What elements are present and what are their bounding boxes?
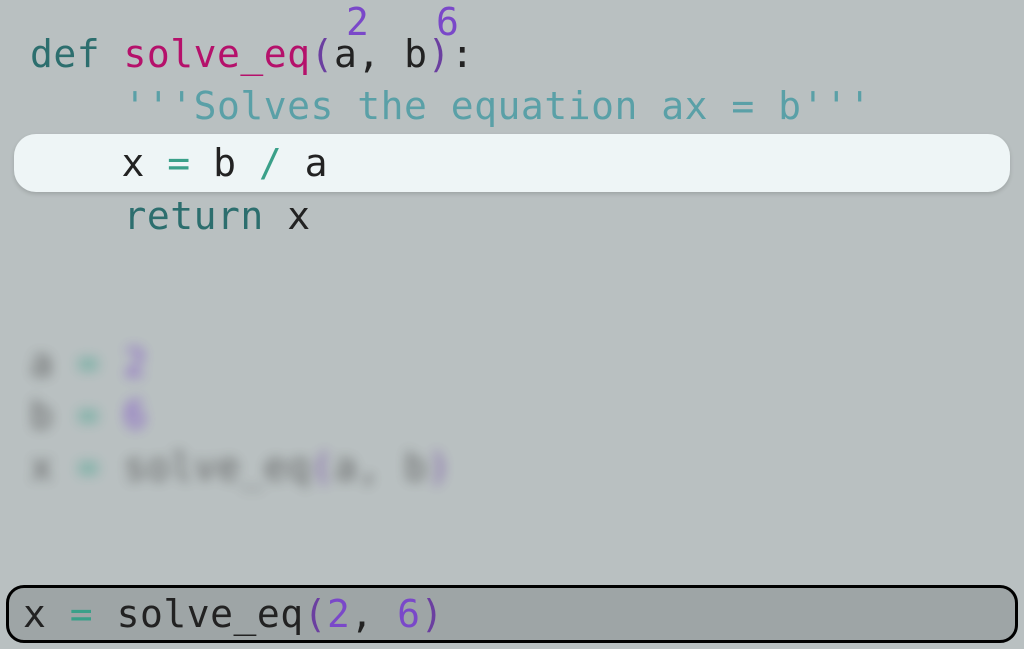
paren-open: (	[311, 32, 334, 76]
arg-b: b	[404, 445, 427, 489]
code-line-assign-a: a = 2	[0, 337, 1024, 389]
op-eq: =	[77, 341, 100, 385]
arg-2: 2	[327, 592, 350, 636]
op-div: /	[259, 141, 282, 185]
var-x: x	[122, 141, 145, 185]
paren-close: )	[421, 592, 444, 636]
code-block: def solve_eq(a, b): '''Solves the equati…	[0, 0, 1024, 493]
comma: ,	[357, 445, 404, 489]
arg-6: 6	[397, 592, 420, 636]
var-b: b	[30, 393, 53, 437]
paren-open: (	[304, 592, 327, 636]
var-x: x	[23, 592, 46, 636]
code-line-return: return x	[0, 190, 1024, 242]
code-visualization: 2 6 def solve_eq(a, b): '''Solves the eq…	[0, 0, 1024, 649]
literal-2: 2	[124, 341, 147, 385]
paren-open: (	[311, 445, 334, 489]
op-eq: =	[77, 445, 100, 489]
var-x: x	[30, 445, 53, 489]
keyword-def: def	[30, 32, 124, 76]
comma: ,	[350, 592, 397, 636]
function-name: solve_eq	[124, 32, 311, 76]
op-eq: =	[70, 592, 93, 636]
code-line-current: x = b / a	[14, 134, 1010, 192]
literal-6: 6	[124, 393, 147, 437]
colon: :	[451, 32, 474, 76]
space	[264, 194, 287, 238]
call-frame-bar: x = solve_eq(2, 6)	[6, 585, 1018, 643]
code-line-docstring: '''Solves the equation ax = b'''	[0, 80, 1024, 132]
param-a: a	[334, 32, 357, 76]
op-eq: =	[167, 141, 190, 185]
var-b: b	[213, 141, 236, 185]
var-x: x	[287, 194, 310, 238]
arg-a: a	[334, 445, 357, 489]
var-a: a	[30, 341, 53, 385]
paren-close: )	[428, 445, 451, 489]
code-line-assign-b: b = 6	[0, 389, 1024, 441]
spacer	[0, 242, 1024, 337]
code-line-call: x = solve_eq(a, b)	[0, 441, 1024, 493]
code-block-calling-context: a = 2 b = 6 x = solve_eq(a, b)	[0, 337, 1024, 493]
indent	[30, 141, 122, 185]
call-fn: solve_eq	[124, 445, 311, 489]
paren-close: )	[427, 32, 450, 76]
call-fn: solve_eq	[117, 592, 304, 636]
op-eq: =	[77, 393, 100, 437]
comma: ,	[357, 32, 404, 76]
code-line-def: def solve_eq(a, b):	[0, 28, 1024, 80]
var-a: a	[305, 141, 328, 185]
current-line-highlight: x = b / a	[14, 134, 1010, 192]
param-b: b	[404, 32, 427, 76]
keyword-return: return	[124, 194, 264, 238]
indent	[30, 194, 124, 238]
